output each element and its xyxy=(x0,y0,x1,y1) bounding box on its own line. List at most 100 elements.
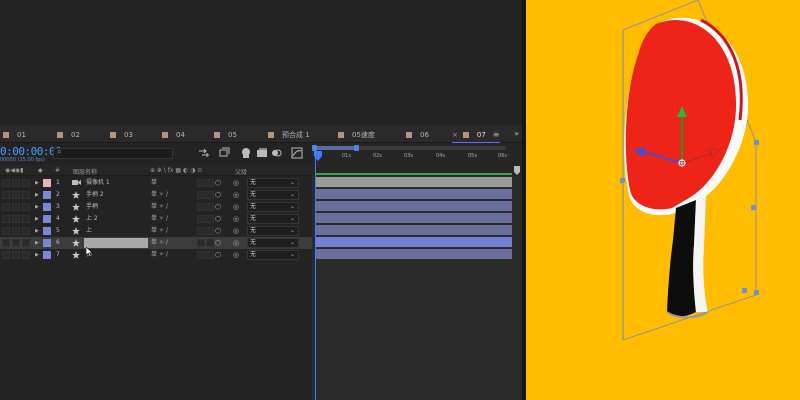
video-switch[interactable] xyxy=(2,239,10,247)
layer-row[interactable]: ▶ 5 上单 ✧ / ⬡ ◎ 无 ⌄ xyxy=(0,225,312,237)
layer-label-color[interactable] xyxy=(43,251,51,259)
tab-02[interactable]: 02 xyxy=(57,126,80,143)
adjustment-switch[interactable] xyxy=(206,179,214,187)
video-switch[interactable] xyxy=(2,179,10,187)
parent-dropdown[interactable]: 无 ⌄ xyxy=(247,214,299,224)
video-switch[interactable] xyxy=(2,191,10,199)
tab-05-speed[interactable]: 05速度 xyxy=(338,126,375,143)
pick-whip-icon[interactable]: ◎ xyxy=(233,201,239,213)
adjustment-switch[interactable] xyxy=(206,191,214,199)
layer-name-header[interactable]: 图层名称 xyxy=(73,167,97,176)
adjustment-switch[interactable] xyxy=(206,251,214,259)
parent-dropdown[interactable]: 无 ⌄ xyxy=(247,178,299,188)
layer-switches[interactable]: 单 ✧ / xyxy=(151,225,168,237)
pick-whip-icon[interactable]: ◎ xyxy=(233,213,239,225)
layer-name[interactable]: 上 2 xyxy=(86,213,98,225)
tab-07[interactable]: × 07 ≡ xyxy=(452,126,500,144)
video-switch[interactable] xyxy=(2,203,10,211)
pick-whip-icon[interactable]: ◎ xyxy=(233,237,239,249)
layer-name[interactable]: 摄像机 1 xyxy=(86,177,110,189)
3d-layer-cube-icon[interactable]: ⬡ xyxy=(215,249,221,261)
parent-dropdown[interactable]: 无 ⌄ xyxy=(247,202,299,212)
frame-blending-icon[interactable] xyxy=(256,147,268,159)
layer-label-color[interactable] xyxy=(43,191,51,199)
layer-name[interactable]: 手柄 2 xyxy=(86,189,104,201)
layer-switches[interactable]: 单 ✧ / xyxy=(151,249,168,261)
tab-01[interactable]: 01 xyxy=(3,126,26,143)
layer-row[interactable]: ▶ 3 手柄单 ✧ / ⬡ ◎ 无 ⌄ xyxy=(0,201,312,213)
adjustment-switch[interactable] xyxy=(206,215,214,223)
graph-editor-icon[interactable] xyxy=(291,147,303,159)
adjustment-switch[interactable] xyxy=(206,227,214,235)
audio-switch[interactable] xyxy=(12,239,20,247)
adjustment-switch[interactable] xyxy=(206,203,214,211)
video-switch[interactable] xyxy=(2,215,10,223)
3d-layer-cube-icon[interactable]: ⬡ xyxy=(215,201,221,213)
lock-switch[interactable] xyxy=(22,215,30,223)
panel-menu-icon[interactable]: ≡ xyxy=(493,130,500,139)
tab-06[interactable]: 06 xyxy=(406,126,429,143)
audio-switch[interactable] xyxy=(12,215,20,223)
layer-duration-bar[interactable] xyxy=(316,249,512,259)
effect-switch[interactable] xyxy=(197,179,205,187)
audio-switch[interactable] xyxy=(12,179,20,187)
layer-duration-bar[interactable] xyxy=(316,189,512,199)
3d-layer-cube-icon[interactable]: ⬡ xyxy=(215,237,221,249)
adjustment-switch[interactable] xyxy=(206,239,214,247)
pick-whip-icon[interactable]: ◎ xyxy=(233,189,239,201)
motion-blur-icon[interactable] xyxy=(270,147,282,159)
3d-layer-cube-icon[interactable]: ⬡ xyxy=(215,177,221,189)
layer-switches[interactable]: 单 xyxy=(151,177,157,189)
layer-name[interactable]: 手柄 xyxy=(86,201,98,213)
parent-dropdown[interactable]: 无 ⌄ xyxy=(247,190,299,200)
shy-layers-icon[interactable] xyxy=(240,147,252,159)
effect-switch[interactable] xyxy=(197,251,205,259)
lock-switch[interactable] xyxy=(22,227,30,235)
3d-layer-cube-icon[interactable]: ⬡ xyxy=(215,225,221,237)
more-tabs-icon[interactable]: » xyxy=(514,129,519,138)
lock-switch[interactable] xyxy=(22,251,30,259)
work-area-bar[interactable] xyxy=(314,146,506,150)
video-switch[interactable] xyxy=(2,251,10,259)
expand-arrow-icon[interactable]: ▶ xyxy=(35,177,39,189)
effect-switch[interactable] xyxy=(197,203,205,211)
effect-switch[interactable] xyxy=(197,191,205,199)
expand-arrow-icon[interactable]: ▶ xyxy=(35,237,39,249)
layer-duration-bar[interactable] xyxy=(316,237,512,247)
playhead-line[interactable] xyxy=(315,152,316,400)
close-icon[interactable]: × xyxy=(452,131,458,139)
layer-switches[interactable]: 单 ✧ / xyxy=(151,213,168,225)
layer-row[interactable]: ▶7拍单 ✧ /⬡◎无⌄ xyxy=(0,249,312,261)
expand-arrow-icon[interactable]: ▶ xyxy=(35,249,39,261)
audio-switch[interactable] xyxy=(12,191,20,199)
composition-viewer[interactable] xyxy=(526,0,800,400)
layer-duration-bar[interactable] xyxy=(316,213,512,223)
parent-dropdown[interactable]: 无 ⌄ xyxy=(247,238,299,248)
3d-layer-cube-icon[interactable]: ⬡ xyxy=(215,213,221,225)
lock-switch[interactable] xyxy=(22,191,30,199)
audio-switch[interactable] xyxy=(12,251,20,259)
layer-label-color[interactable] xyxy=(43,203,51,211)
expand-arrow-icon[interactable]: ▶ xyxy=(35,225,39,237)
expand-arrow-icon[interactable]: ▶ xyxy=(35,189,39,201)
layer-name[interactable]: 上 xyxy=(86,225,92,237)
lock-switch[interactable] xyxy=(22,239,30,247)
layer-search-input[interactable]: ⌕ xyxy=(53,147,173,159)
layer-label-color[interactable] xyxy=(43,215,51,223)
parent-dropdown[interactable]: 无 ⌄ xyxy=(247,250,299,260)
layer-duration-bar[interactable] xyxy=(316,177,512,187)
tab-03[interactable]: 03 xyxy=(110,126,133,143)
layer-label-color[interactable] xyxy=(43,227,51,235)
tab-04[interactable]: 04 xyxy=(162,126,185,143)
layer-row[interactable]: ▶ 1 摄像机 1 单 ⬡ ◎ 无 ⌄ xyxy=(0,177,312,189)
tab-05[interactable]: 05 xyxy=(214,126,237,143)
parent-dropdown[interactable]: 无 ⌄ xyxy=(247,226,299,236)
lock-switch[interactable] xyxy=(22,179,30,187)
tab-precomp-1[interactable]: 预合成 1 xyxy=(268,126,310,143)
video-switch[interactable] xyxy=(2,227,10,235)
layer-row[interactable]: ▶ 4 上 2单 ✧ / ⬡ ◎ 无 ⌄ xyxy=(0,213,312,225)
layer-switches[interactable]: 单 ✧ / xyxy=(151,201,168,213)
expand-arrow-icon[interactable]: ▶ xyxy=(35,201,39,213)
effect-switch[interactable] xyxy=(197,215,205,223)
layer-label-color[interactable] xyxy=(43,239,51,247)
